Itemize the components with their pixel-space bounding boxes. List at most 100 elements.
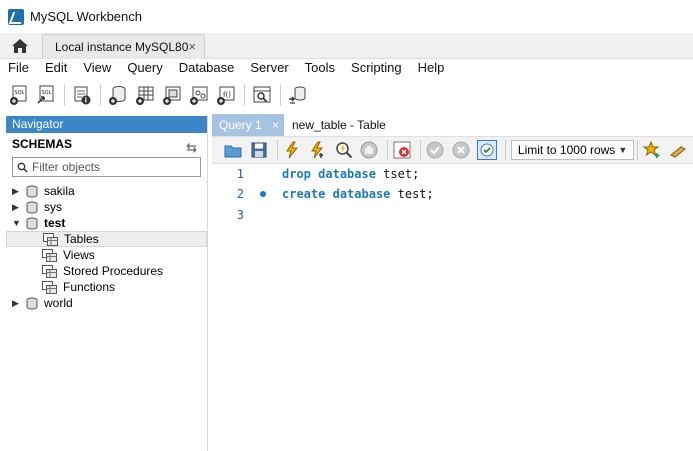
folder-icon — [224, 145, 242, 157]
create-procedure-button[interactable] — [186, 82, 212, 108]
menu-help[interactable]: Help — [410, 59, 453, 77]
toolbar-separator — [504, 140, 506, 160]
explain-button[interactable] — [333, 139, 355, 161]
create-schema-button[interactable] — [105, 82, 131, 108]
close-icon[interactable]: × — [188, 39, 196, 54]
beautify-button[interactable] — [667, 139, 689, 161]
reconnect-button[interactable] — [285, 82, 311, 108]
navigator-panel: Navigator SCHEMAS ⇆ ▶ sakila ▶ sys — [6, 116, 208, 451]
collapse-arrow-icon[interactable]: ▼ — [12, 215, 22, 231]
functions-folder-icon — [42, 280, 57, 294]
menu-database[interactable]: Database — [171, 59, 243, 77]
menu-query[interactable]: Query — [119, 59, 170, 77]
toolbar-separator — [244, 84, 245, 106]
new-sql-file-icon: SQL — [10, 85, 27, 105]
connection-tabbar: Local instance MySQL80 × — [0, 33, 693, 59]
menu-view[interactable]: View — [75, 59, 119, 77]
home-tab[interactable] — [0, 33, 40, 59]
execute-current-button[interactable] — [307, 139, 329, 161]
create-table-button[interactable] — [132, 82, 158, 108]
svg-text:SQL: SQL — [42, 90, 52, 96]
menu-edit[interactable]: Edit — [37, 59, 75, 77]
connection-tab-local-instance[interactable]: Local instance MySQL80 × — [42, 34, 205, 59]
inspector-button[interactable]: i — [69, 82, 95, 108]
schema-item-test[interactable]: ▼ test — [6, 215, 207, 231]
tree-child-label: Views — [63, 248, 95, 262]
lightning-icon — [285, 141, 298, 159]
statement-marker-icon — [260, 191, 266, 197]
save-icon — [251, 142, 267, 158]
menu-file[interactable]: File — [0, 59, 37, 77]
new-sql-tab-button[interactable]: SQL — [6, 82, 32, 108]
star-icon — [643, 141, 660, 158]
magnifier-lightning-icon — [335, 142, 352, 159]
rollback-button[interactable] — [450, 139, 472, 161]
database-icon — [26, 185, 38, 198]
limit-rows-value: Limit to 1000 rows — [517, 143, 616, 157]
toolbar-separator — [637, 140, 639, 160]
execute-all-button[interactable] — [281, 139, 303, 161]
add-snippet-button[interactable] — [641, 139, 663, 161]
open-script-button[interactable] — [222, 139, 244, 161]
open-sql-script-button[interactable]: SQL — [33, 82, 59, 108]
menu-bar: File Edit View Query Database Server Too… — [0, 59, 693, 77]
line-marker — [244, 191, 282, 197]
line-number: 2 — [236, 187, 244, 201]
limit-rows-select[interactable]: Limit to 1000 rows ▼ — [510, 140, 635, 160]
search-table-data-button[interactable] — [249, 82, 275, 108]
schema-name: sakila — [44, 184, 75, 198]
menu-scripting[interactable]: Scripting — [343, 59, 410, 77]
commit-button[interactable] — [424, 139, 446, 161]
toggle-stop-on-error-button[interactable] — [391, 139, 413, 161]
schema-child-functions[interactable]: Functions — [6, 279, 207, 295]
line-number: 1 — [236, 167, 244, 181]
connection-tab-label: Local instance MySQL80 — [55, 40, 189, 54]
close-icon[interactable]: × — [272, 114, 279, 136]
schema-item-sakila[interactable]: ▶ sakila — [6, 183, 207, 199]
new-table-icon — [136, 86, 154, 105]
query-toolbar: Limit to 1000 rows ▼ — [212, 136, 693, 164]
expand-arrow-icon[interactable]: ▶ — [12, 295, 22, 311]
sql-identifier: test — [397, 187, 427, 201]
schema-item-sys[interactable]: ▶ sys — [6, 199, 207, 215]
open-sql-file-icon: SQL — [37, 85, 54, 104]
database-icon — [26, 201, 38, 214]
tree-child-label: Tables — [64, 232, 99, 246]
tab-query-1[interactable]: Query 1 × — [212, 114, 284, 136]
toggle-autocommit-button[interactable] — [476, 139, 498, 161]
code-line: 1 drop database tset; — [212, 164, 693, 184]
refresh-icon[interactable]: ⇆ — [186, 137, 197, 159]
new-schema-icon — [109, 86, 126, 105]
mysql-workbench-logo-icon — [8, 8, 24, 25]
schema-tree: ▶ sakila ▶ sys ▼ test Tables Views Store… — [6, 183, 207, 311]
code-line: 2 create database test; — [212, 184, 693, 204]
schemas-section-header: SCHEMAS ⇆ — [6, 133, 207, 155]
views-folder-icon — [42, 248, 57, 262]
editor-tabbar: Query 1 × new_table - Table — [212, 114, 693, 136]
schema-item-world[interactable]: ▶ world — [6, 295, 207, 311]
tab-new-table[interactable]: new_table - Table — [292, 114, 386, 136]
schema-child-views[interactable]: Views — [6, 247, 207, 263]
filter-objects-field[interactable] — [12, 157, 201, 177]
filter-objects-input[interactable] — [32, 160, 192, 174]
svg-text:i: i — [85, 97, 87, 105]
sql-terminator: ; — [412, 167, 420, 181]
sql-terminator: ; — [426, 187, 434, 201]
code-text: create database test; — [282, 187, 434, 201]
schema-child-stored-procedures[interactable]: Stored Procedures — [6, 263, 207, 279]
menu-server[interactable]: Server — [242, 59, 296, 77]
schema-child-tables[interactable]: Tables — [6, 231, 207, 247]
stop-query-button[interactable] — [358, 139, 380, 161]
tree-child-label: Functions — [63, 280, 116, 294]
toolbar-separator — [280, 84, 281, 106]
stop-hand-icon — [360, 141, 378, 159]
expand-arrow-icon[interactable]: ▶ — [12, 183, 22, 199]
sql-editor[interactable]: 1 drop database tset; 2 create database … — [212, 164, 693, 451]
line-number: 3 — [236, 208, 244, 222]
create-function-button[interactable]: f() — [213, 82, 239, 108]
create-view-button[interactable] — [159, 82, 185, 108]
menu-tools[interactable]: Tools — [297, 59, 343, 77]
save-script-button[interactable] — [248, 139, 270, 161]
sql-identifier: tset — [383, 167, 413, 181]
expand-arrow-icon[interactable]: ▶ — [12, 199, 22, 215]
